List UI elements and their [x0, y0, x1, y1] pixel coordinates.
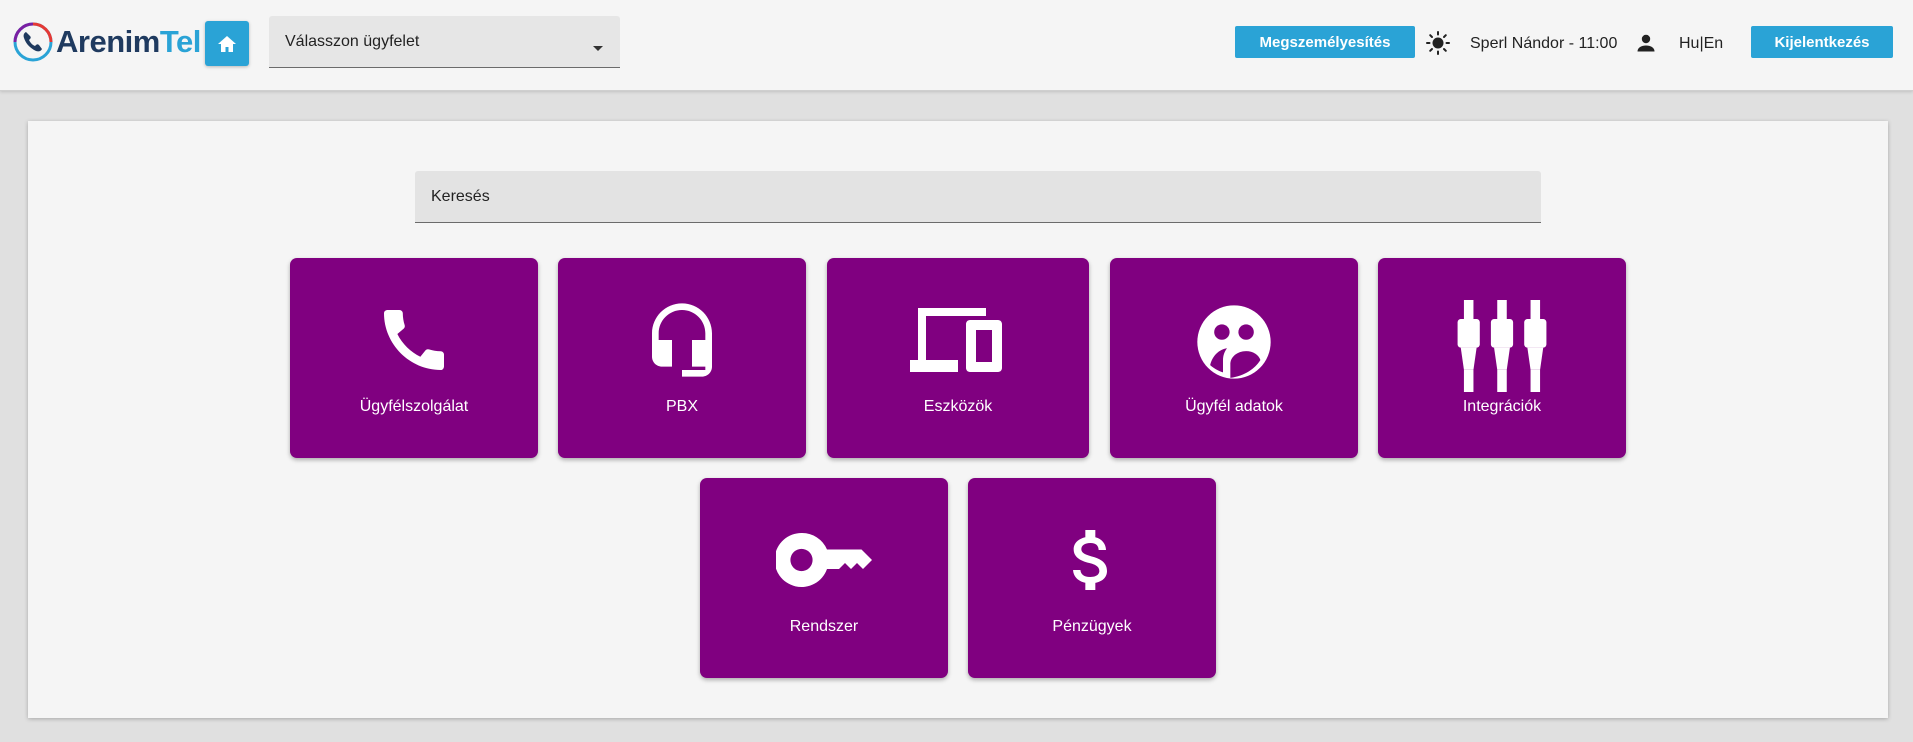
arenimtel-logo[interactable]: ArenimTel [12, 20, 201, 64]
key-icon [776, 532, 872, 587]
search-input[interactable] [415, 171, 1541, 223]
tile-devices[interactable]: Eszközök [827, 258, 1089, 458]
tile-system[interactable]: Rendszer [700, 478, 948, 678]
tile-label: Ügyfél adatok [1185, 398, 1283, 415]
tile-pbx[interactable]: PBX [558, 258, 806, 458]
home-icon [218, 35, 236, 52]
person-icon[interactable] [1634, 31, 1658, 55]
tile-finances[interactable]: Pénzügyek [968, 478, 1216, 678]
main-panel: Ügyfélszolgálat PBX Eszközök Ügyfél adat… [28, 121, 1888, 718]
devices-icon [910, 308, 1002, 372]
tile-customer-service[interactable]: Ügyfélszolgálat [290, 258, 538, 458]
tile-integrations[interactable]: Integrációk [1378, 258, 1626, 458]
logout-button[interactable]: Kijelentkezés [1751, 26, 1893, 58]
client-select-value: Válasszon ügyfelet [285, 33, 420, 50]
client-select[interactable]: Válasszon ügyfelet [269, 16, 620, 68]
top-bar: ArenimTel Válasszon ügyfelet Megszemélye… [0, 0, 1913, 91]
phone-icon [384, 310, 444, 370]
tile-label: Rendszer [789, 618, 859, 635]
user-info: Sperl Nándor - 11:00 [1470, 35, 1618, 52]
language-switch[interactable]: Hu|En [1679, 35, 1723, 53]
tile-label: Eszközök [923, 398, 993, 415]
logo-text-arenim: Arenim [56, 24, 160, 59]
tile-label: Pénzügyek [1052, 618, 1132, 635]
tile-label: Integrációk [1462, 398, 1542, 415]
tile-customer-data[interactable]: Ügyfél adatok [1110, 258, 1358, 458]
home-button[interactable] [205, 21, 249, 66]
headset-icon [652, 303, 712, 377]
logo-text-tel: Tel [159, 24, 202, 59]
logo-phone-icon [13, 22, 53, 62]
customer-data-icon [1197, 305, 1271, 379]
tile-label: PBX [665, 398, 698, 415]
sun-theme-icon[interactable] [1425, 30, 1451, 56]
logo-text: ArenimTel [56, 24, 201, 60]
impersonate-button[interactable]: Megszemélyesítés [1235, 26, 1415, 58]
tile-label: Ügyfélszolgálat [359, 398, 469, 415]
chevron-down-icon [593, 46, 603, 51]
integration-plugs-icon [1457, 300, 1547, 392]
dollar-icon [1073, 530, 1107, 590]
